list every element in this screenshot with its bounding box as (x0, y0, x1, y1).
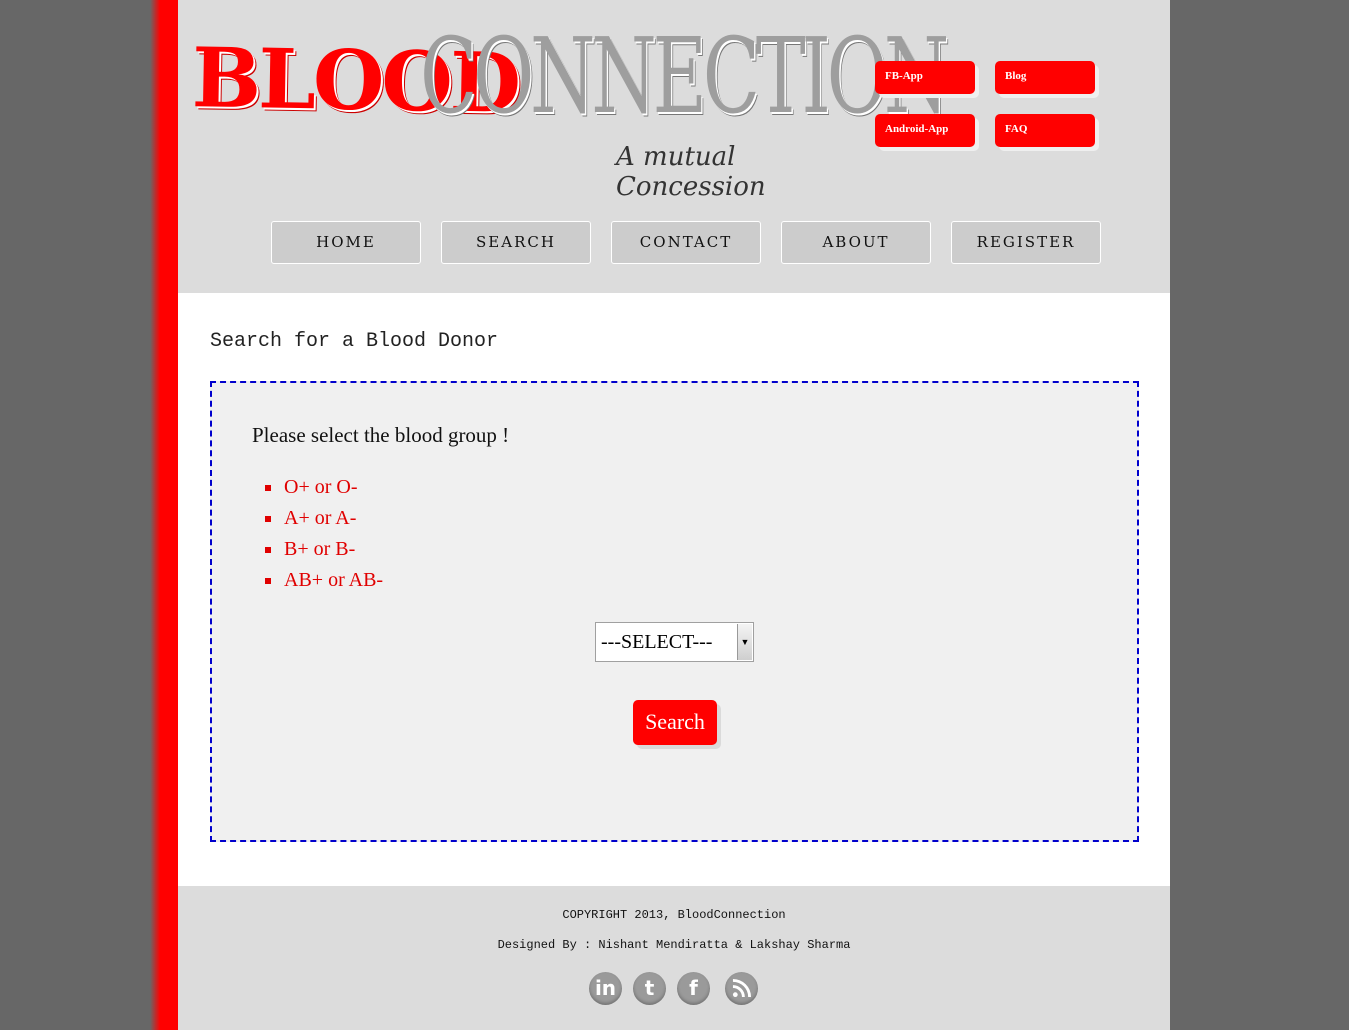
footer: COPYRIGHT 2013, BloodConnection Designed… (178, 886, 1170, 1030)
fb-app-button[interactable]: FB-App (875, 61, 975, 94)
blood-group-list: O+ or O- A+ or A- B+ or B- AB+ or AB- (262, 475, 383, 599)
nav-home[interactable]: HOME (271, 221, 421, 264)
logo[interactable]: BLOOD CONNECTION A mutual Concession (191, 18, 949, 202)
page-title: Search for a Blood Donor (210, 330, 499, 353)
tumblr-icon[interactable]: t (633, 972, 666, 1005)
nav-register[interactable]: REGISTER (951, 221, 1101, 264)
search-form-panel: Please select the blood group ! O+ or O-… (210, 381, 1139, 842)
list-item: AB+ or AB- (262, 568, 383, 599)
rss-glyph (732, 979, 751, 998)
nav-search[interactable]: SEARCH (441, 221, 591, 264)
blog-button[interactable]: Blog (995, 61, 1095, 94)
copyright-text: COPYRIGHT 2013, BloodConnection (562, 908, 786, 922)
list-item: O+ or O- (262, 475, 383, 506)
search-button[interactable]: Search (633, 700, 717, 745)
facebook-icon[interactable]: f (677, 972, 710, 1005)
logo-tagline: A mutual Concession (616, 142, 766, 202)
list-item: B+ or B- (262, 537, 383, 568)
list-item: A+ or A- (262, 506, 383, 537)
left-accent-bar (150, 0, 178, 1030)
chevron-down-icon[interactable]: ▼ (737, 624, 752, 660)
faq-button[interactable]: FAQ (995, 114, 1095, 147)
page-container: BLOOD CONNECTION A mutual Concession FB-… (178, 0, 1170, 1030)
header: BLOOD CONNECTION A mutual Concession FB-… (178, 0, 1170, 293)
linkedin-icon[interactable]: in (589, 972, 622, 1005)
designer-credit: Designed By : Nishant Mendiratta & Laksh… (497, 938, 851, 952)
android-app-button[interactable]: Android-App (875, 114, 975, 147)
nav-about[interactable]: ABOUT (781, 221, 931, 264)
select-value: ---SELECT--- (601, 631, 713, 653)
rss-icon[interactable] (725, 972, 758, 1005)
blood-group-prompt: Please select the blood group ! (252, 423, 510, 447)
blood-group-select[interactable]: ---SELECT--- ▼ (595, 622, 754, 662)
nav-contact[interactable]: CONTACT (611, 221, 761, 264)
logo-text-connection: CONNECTION (420, 15, 949, 137)
